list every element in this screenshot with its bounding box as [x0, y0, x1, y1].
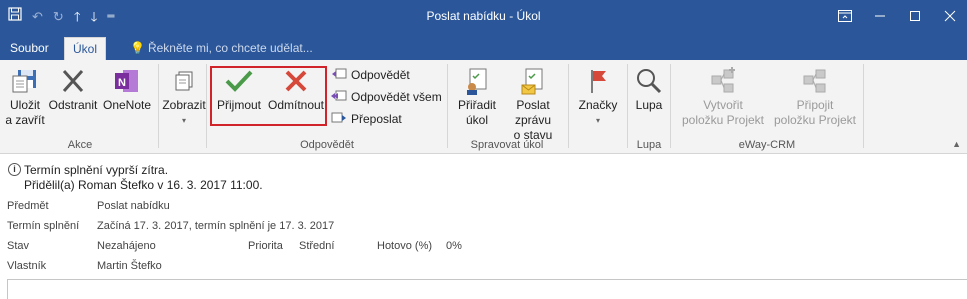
- chevron-down-icon: ▾: [181, 116, 186, 125]
- tags-button[interactable]: Značky ▾: [573, 64, 623, 128]
- group-respond-label: Odpovědět: [300, 139, 354, 151]
- ribbon: Uložit a zavřít Odstranit N OneNote Akce…: [0, 60, 967, 154]
- group-view: Zobrazit ▾: [159, 60, 207, 154]
- status-row: Stav Nezahájeno Priorita Střední Hotovo …: [0, 237, 967, 257]
- svg-text:N: N: [118, 77, 126, 89]
- attach-project-label-1: Připojit: [796, 98, 834, 112]
- done-label: Hotovo (%): [377, 240, 433, 252]
- priority-label: Priorita: [248, 240, 283, 252]
- reply-all-icon: [331, 89, 347, 106]
- status-value: Nezahájeno: [97, 240, 156, 252]
- reply-all-button[interactable]: Odpovědět všem: [331, 88, 442, 106]
- zoom-button[interactable]: Lupa: [630, 64, 668, 113]
- onenote-icon: N: [110, 64, 144, 98]
- done-value: 0%: [446, 240, 462, 252]
- send-status-icon: [516, 64, 550, 98]
- due-row: Termín splnění Začíná 17. 3. 2017, termí…: [0, 217, 967, 237]
- task-body-editor[interactable]: [7, 279, 967, 299]
- group-manage-label: Spravovat úkol: [470, 139, 544, 151]
- zoom-label: Lupa: [635, 98, 663, 112]
- title-bar: ↶ ↻ 🡑 🡓 ═ Poslat nabídku - Úkol: [0, 0, 967, 34]
- maximize-icon[interactable]: [897, 0, 932, 32]
- info-due-text: Termín splnění vyprší zítra.: [24, 163, 169, 177]
- ribbon-display-icon[interactable]: [827, 0, 862, 32]
- reply-label: Odpovědět: [351, 68, 410, 82]
- save-close-label-1: Uložit: [9, 98, 40, 112]
- reply-icon: [331, 67, 347, 84]
- group-eway-label: eWay-CRM: [738, 139, 796, 151]
- info-icon: i: [8, 163, 21, 176]
- show-icon: [167, 64, 201, 98]
- collapse-ribbon-icon[interactable]: ▲: [952, 139, 961, 149]
- save-close-button[interactable]: Uložit a zavřít: [4, 64, 46, 128]
- window-controls: [827, 0, 967, 32]
- group-actions: Uložit a zavřít Odstranit N OneNote Akce: [0, 60, 160, 154]
- info-assigned-text: Přidělil(a) Roman Štefko v 16. 3. 2017 1…: [24, 178, 263, 192]
- tab-file[interactable]: Soubor: [2, 37, 57, 60]
- show-label: Zobrazit: [162, 98, 206, 112]
- chevron-down-icon: ▾: [595, 116, 600, 125]
- group-zoom-label: Lupa: [636, 139, 662, 151]
- delete-button[interactable]: Odstranit: [48, 64, 98, 113]
- save-close-label-2: a zavřít: [5, 113, 45, 127]
- assign-task-label-2: úkol: [465, 113, 488, 127]
- forward-button[interactable]: Přeposlat: [331, 110, 402, 128]
- tags-label: Značky: [578, 98, 618, 112]
- delete-label: Odstranit: [48, 98, 98, 112]
- priority-value: Střední: [299, 240, 335, 252]
- group-manage: Přiřadit úkol Poslat zprávu o stavu Spra…: [448, 60, 566, 154]
- due-label: Termín splnění: [7, 220, 80, 232]
- create-project-label-2: položku Projekt: [681, 113, 765, 127]
- close-icon[interactable]: [932, 0, 967, 32]
- separator: [863, 64, 864, 148]
- tell-me-placeholder: Řekněte mi, co chcete udělat...: [147, 41, 313, 55]
- window-title: Poslat nabídku - Úkol: [426, 9, 541, 23]
- show-button[interactable]: Zobrazit ▾: [161, 64, 207, 128]
- lightbulb-icon: 💡: [130, 41, 145, 55]
- owner-label: Vlastník: [7, 260, 47, 272]
- group-eway: Vytvořit položku Projekt Připojit položk…: [671, 60, 863, 154]
- info-bar: i Termín splnění vyprší zítra. Přidělil(…: [0, 155, 967, 195]
- minimize-icon[interactable]: [862, 0, 897, 32]
- forward-label: Přeposlat: [351, 112, 402, 126]
- subject-value: Poslat nabídku: [97, 200, 170, 212]
- group-actions-label: Akce: [67, 139, 93, 151]
- reply-all-label: Odpovědět všem: [351, 90, 442, 104]
- attach-project-button[interactable]: Připojit položku Projekt: [769, 64, 861, 128]
- save-close-icon: [8, 64, 42, 98]
- highlight-box: [210, 66, 327, 126]
- subject-label: Předmět: [7, 200, 49, 212]
- onenote-button[interactable]: N OneNote: [100, 64, 154, 113]
- task-fields: Předmět Poslat nabídku Termín splnění Za…: [0, 195, 967, 275]
- assign-task-icon: [460, 64, 494, 98]
- create-project-label-1: Vytvořit: [703, 98, 743, 112]
- onenote-label: OneNote: [102, 98, 152, 112]
- group-zoom: Lupa Lupa: [628, 60, 670, 154]
- create-project-icon: [706, 64, 740, 98]
- attach-project-label-2: položku Projekt: [773, 113, 857, 127]
- group-tags: Značky ▾: [569, 60, 627, 154]
- send-status-label-1: Poslat zprávu: [514, 98, 552, 127]
- owner-value: Martin Štefko: [97, 260, 162, 272]
- assign-task-button[interactable]: Přiřadit úkol: [452, 64, 502, 128]
- tell-me-box[interactable]: 💡 Řekněte mi, co chcete udělat...: [130, 37, 313, 60]
- flag-icon: [581, 64, 615, 98]
- delete-icon: [56, 64, 90, 98]
- subject-row: Předmět Poslat nabídku: [0, 197, 967, 217]
- forward-icon: [331, 111, 347, 128]
- due-value: Začíná 17. 3. 2017, termín splnění je 17…: [97, 220, 335, 232]
- status-label: Stav: [7, 240, 30, 252]
- reply-button[interactable]: Odpovědět: [331, 66, 410, 84]
- assign-task-label-1: Přiřadit: [457, 98, 496, 112]
- send-status-button[interactable]: Poslat zprávu o stavu: [500, 64, 566, 143]
- create-project-button[interactable]: Vytvořit položku Projekt: [677, 64, 769, 128]
- attach-project-icon: [798, 64, 832, 98]
- owner-row: Vlastník Martin Štefko: [0, 257, 967, 277]
- magnifier-icon: [632, 64, 666, 98]
- ribbon-tab-bar: Soubor Úkol 💡 Řekněte mi, co chcete uděla…: [0, 34, 967, 60]
- tab-task[interactable]: Úkol: [64, 37, 107, 60]
